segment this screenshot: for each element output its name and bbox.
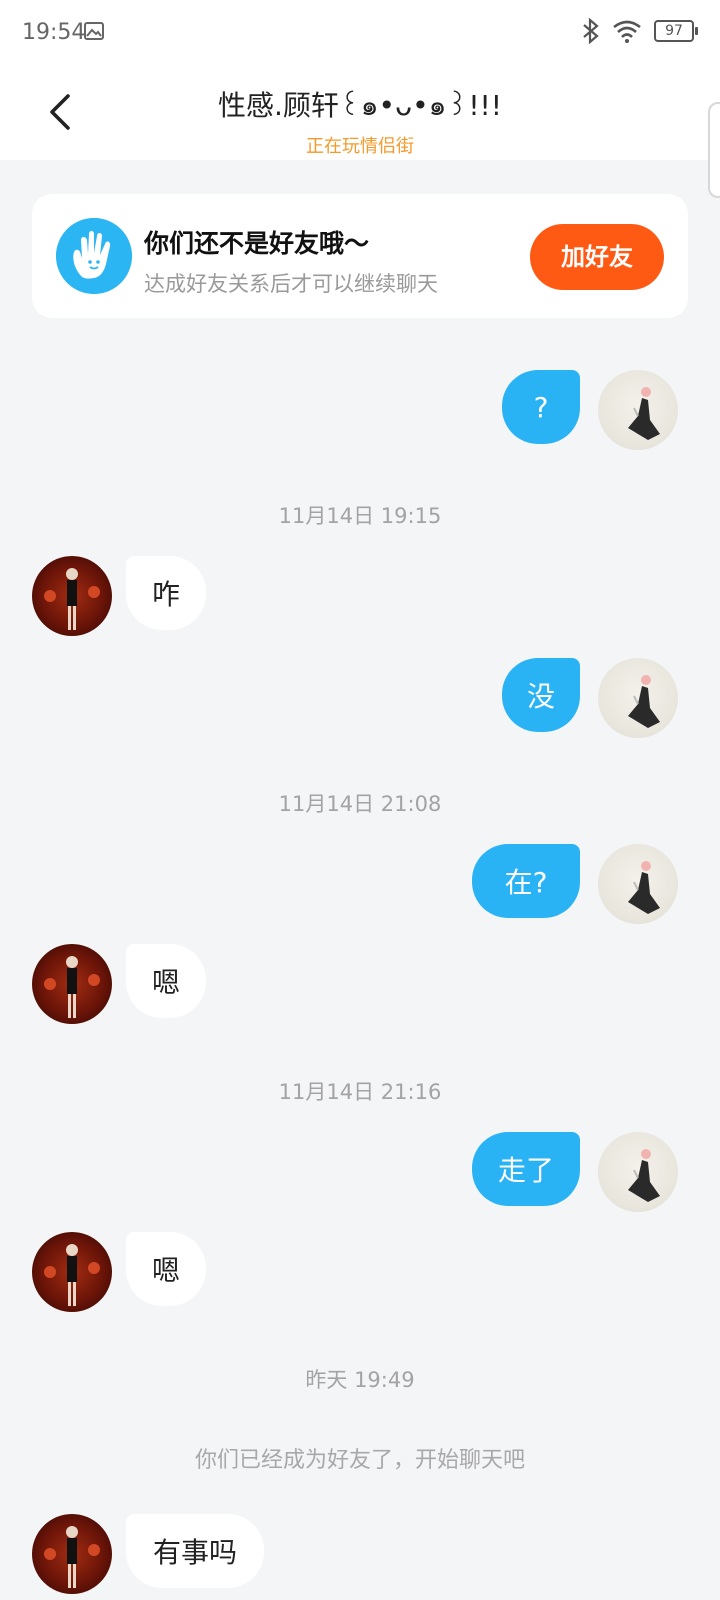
side-handle[interactable]	[708, 102, 720, 198]
battery-icon: 97	[654, 20, 698, 42]
message-bubble-outgoing[interactable]: 在?	[472, 844, 580, 918]
chat-subtitle: 正在玩情侣街	[306, 136, 414, 157]
add-friend-button[interactable]: 加好友	[530, 224, 664, 290]
timestamp: 11月14日 19:15	[278, 504, 442, 528]
self-avatar[interactable]	[598, 844, 678, 924]
chat-header: 性感.顾轩꒰๑•ᴗ•๑꒱!!! 正在玩情侣街	[0, 64, 720, 160]
status-icons: 97	[582, 18, 698, 44]
back-icon[interactable]	[40, 90, 84, 134]
banner-title: 你们还不是好友哦～	[144, 229, 370, 258]
status-bar: 19:54 97	[0, 0, 720, 64]
message-bubble-outgoing[interactable]: ?	[502, 370, 580, 444]
peer-avatar-image	[44, 1244, 100, 1306]
self-avatar[interactable]	[598, 658, 678, 738]
message-bubble-outgoing[interactable]: 没	[502, 658, 580, 732]
message-bubble-incoming[interactable]: 嗯	[126, 944, 206, 1018]
message-bubble-outgoing[interactable]: 走了	[472, 1132, 580, 1206]
bluetooth-icon	[583, 18, 599, 44]
banner-description: 达成好友关系后才可以继续聊天	[144, 272, 438, 296]
peer-avatar[interactable]	[32, 944, 112, 1024]
wifi-icon	[613, 20, 641, 43]
self-avatar-image	[628, 387, 660, 440]
peer-avatar-image	[44, 956, 100, 1018]
peer-avatar[interactable]	[32, 556, 112, 636]
self-avatar-image	[628, 675, 660, 728]
message-bubble-incoming[interactable]: 有事吗	[126, 1514, 264, 1588]
peer-avatar[interactable]	[32, 1232, 112, 1312]
peer-avatar[interactable]	[32, 1514, 112, 1594]
waving-hand-icon	[56, 218, 132, 294]
message-bubble-incoming[interactable]: 嗯	[126, 1232, 206, 1306]
title-block[interactable]: 性感.顾轩꒰๑•ᴗ•๑꒱!!! 正在玩情侣街	[110, 84, 610, 158]
self-avatar[interactable]	[598, 1132, 678, 1212]
status-time: 19:54	[22, 20, 86, 45]
peer-avatar-image	[44, 568, 100, 630]
message-bubble-incoming[interactable]: 咋	[126, 556, 206, 630]
system-notice: 你们已经成为好友了，开始聊天吧	[194, 1448, 525, 1473]
chat-title: 性感.顾轩꒰๑•ᴗ•๑꒱!!!	[217, 89, 503, 122]
not-friend-banner: 你们还不是好友哦～ 达成好友关系后才可以继续聊天 加好友	[32, 194, 688, 318]
banner-text: 你们还不是好友哦～ 达成好友关系后才可以继续聊天	[144, 224, 438, 298]
timestamp: 11月14日 21:08	[278, 792, 442, 816]
chat-screen: 19:54 97 性感.顾轩꒰๑•ᴗ•๑꒱!!! 正在玩情侣街 你们还不是好友哦…	[0, 0, 720, 1600]
self-avatar[interactable]	[598, 370, 678, 450]
peer-avatar-image	[44, 1526, 100, 1588]
timestamp: 11月14日 21:16	[278, 1080, 442, 1104]
self-avatar-image	[628, 861, 660, 914]
self-avatar-image	[628, 1149, 660, 1202]
timestamp: 昨天 19:49	[305, 1368, 415, 1392]
gallery-icon	[84, 22, 104, 40]
